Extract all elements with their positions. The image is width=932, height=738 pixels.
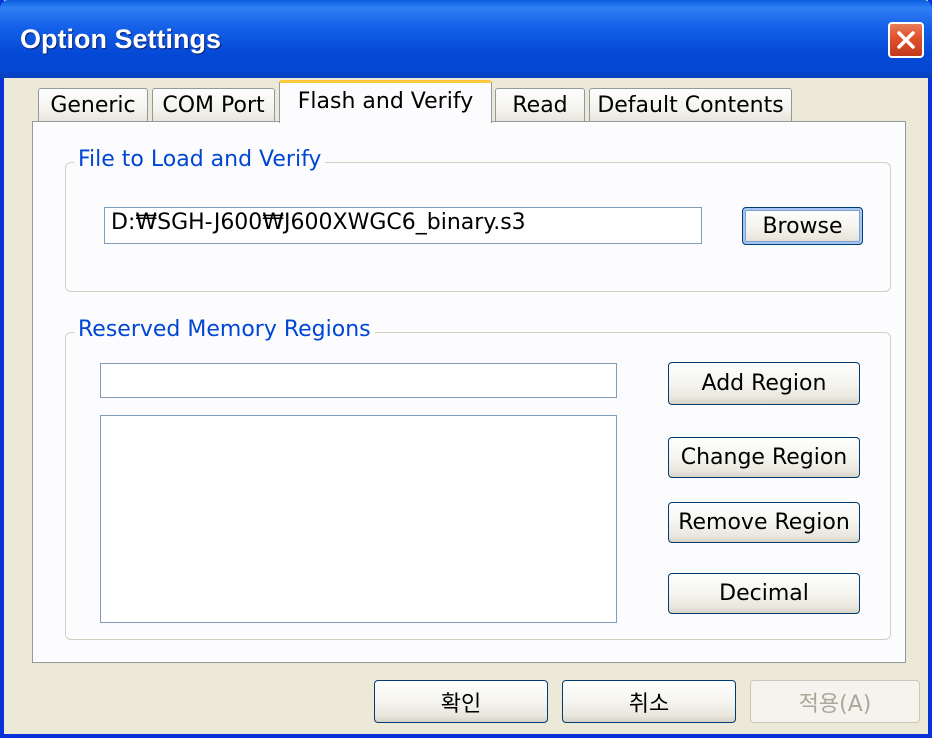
tab-panel-flash-and-verify: File to Load and Verify D:₩SGH-J600₩J600… xyxy=(32,121,906,663)
window-title: Option Settings xyxy=(20,24,221,54)
browse-button[interactable]: Browse xyxy=(742,207,863,245)
reserved-memory-regions-group: Reserved Memory Regions Add Region Chang… xyxy=(65,317,891,640)
tab-default-contents[interactable]: Default Contents xyxy=(589,88,792,122)
cancel-button[interactable]: 취소 xyxy=(562,680,736,723)
region-input-field[interactable] xyxy=(100,363,617,398)
reserved-memory-regions-label: Reserved Memory Regions xyxy=(74,317,375,342)
add-region-button[interactable]: Add Region xyxy=(668,362,860,405)
tab-flash-and-verify[interactable]: Flash and Verify xyxy=(279,80,492,123)
tab-com-port[interactable]: COM Port xyxy=(152,88,275,122)
option-settings-dialog: Option Settings Generic COM Port Flash a… xyxy=(0,0,932,738)
file-to-load-label: File to Load and Verify xyxy=(74,147,326,172)
change-region-button[interactable]: Change Region xyxy=(668,437,860,478)
tab-read[interactable]: Read xyxy=(495,88,585,122)
tab-generic[interactable]: Generic xyxy=(38,88,148,122)
file-to-load-group: File to Load and Verify D:₩SGH-J600₩J600… xyxy=(65,147,891,292)
close-button[interactable] xyxy=(888,22,924,58)
file-path-field[interactable]: D:₩SGH-J600₩J600XWGC6_binary.s3 xyxy=(104,207,702,244)
remove-region-button[interactable]: Remove Region xyxy=(668,502,860,543)
region-list[interactable] xyxy=(100,415,617,623)
decimal-button[interactable]: Decimal xyxy=(668,573,860,614)
title-bar[interactable]: Option Settings xyxy=(0,0,932,78)
close-icon xyxy=(897,31,915,49)
ok-button[interactable]: 확인 xyxy=(374,680,548,723)
apply-button[interactable]: 적용(A) xyxy=(750,680,920,723)
